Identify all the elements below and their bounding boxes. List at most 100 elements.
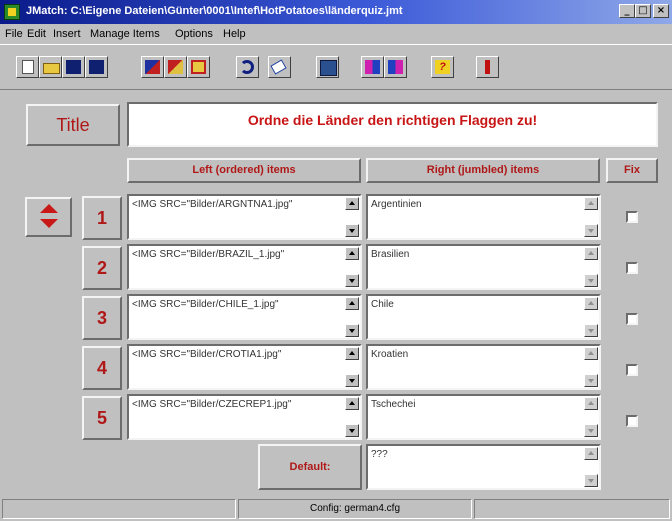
export-left-button[interactable]: [361, 56, 384, 78]
left-item-text: <IMG SRC="Bilder/CHILE_1.jpg": [132, 299, 279, 310]
right-item-input[interactable]: Tschechei: [366, 394, 601, 440]
scroll-down-button[interactable]: [345, 274, 359, 287]
scroll-down-button[interactable]: [345, 374, 359, 387]
menu-options[interactable]: Options: [175, 28, 213, 40]
right-item-text: Brasilien: [371, 249, 410, 260]
status-panel-left: [2, 499, 236, 519]
scroll-up-button[interactable]: [345, 397, 359, 410]
row-number: 1: [82, 196, 122, 240]
paste-button[interactable]: [187, 56, 210, 78]
right-item-input[interactable]: Argentinien: [366, 194, 601, 240]
scroll-down-button[interactable]: [345, 424, 359, 437]
left-item-input[interactable]: <IMG SRC="Bilder/CZECREP1.jpg": [127, 394, 362, 440]
scroll-up-button[interactable]: [584, 297, 598, 310]
eraser-button[interactable]: [268, 56, 291, 78]
scroll-up-button[interactable]: [345, 347, 359, 360]
right-item-input[interactable]: Chile: [366, 294, 601, 340]
save-as-button[interactable]: [85, 56, 108, 78]
status-panel-right: [474, 499, 670, 519]
cut-button[interactable]: [141, 56, 164, 78]
export-right-button[interactable]: [384, 56, 407, 78]
menu-help[interactable]: Help: [223, 28, 246, 40]
eraser-icon: [270, 59, 287, 75]
right-item-input[interactable]: Brasilien: [366, 244, 601, 290]
title-bar: JMatch: C:\Eigene Dateien\Günter\0001\In…: [0, 0, 672, 24]
save-icon: [66, 60, 81, 74]
scroll-up-button[interactable]: [345, 297, 359, 310]
exit-icon: [485, 60, 490, 74]
scroll-down-button[interactable]: [584, 324, 598, 337]
scroll-up-button[interactable]: [584, 347, 598, 360]
app-icon: [4, 4, 20, 20]
left-item-input[interactable]: <IMG SRC="Bilder/CHILE_1.jpg": [127, 294, 362, 340]
scroll-down-button[interactable]: [345, 224, 359, 237]
scroll-up-button[interactable]: [345, 197, 359, 210]
left-item-text: <IMG SRC="Bilder/BRAZIL_1.jpg": [132, 249, 285, 260]
fix-checkbox[interactable]: [626, 313, 638, 325]
web-page-button[interactable]: [316, 56, 339, 78]
default-input[interactable]: ???: [366, 444, 601, 490]
open-button[interactable]: [39, 56, 62, 78]
export-left-icon: [365, 60, 380, 74]
save-as-icon: [89, 60, 107, 74]
move-item-button[interactable]: [25, 197, 72, 237]
window-title: JMatch: C:\Eigene Dateien\Günter\0001\In…: [26, 5, 403, 17]
menu-edit[interactable]: Edit: [27, 28, 46, 40]
scroll-down-button[interactable]: [584, 474, 598, 487]
scroll-down-button[interactable]: [584, 274, 598, 287]
right-item-input[interactable]: Kroatien: [366, 344, 601, 390]
row-number: 4: [82, 346, 122, 390]
title-label: Title: [26, 104, 120, 146]
scroll-down-button[interactable]: [584, 424, 598, 437]
move-up-icon: [40, 204, 58, 213]
scroll-down-button[interactable]: [584, 374, 598, 387]
open-folder-icon: [43, 63, 60, 74]
left-item-text: <IMG SRC="Bilder/CROTIA1.jpg": [132, 349, 282, 360]
scroll-down-button[interactable]: [345, 324, 359, 337]
copy-button[interactable]: [164, 56, 187, 78]
undo-button[interactable]: [236, 56, 259, 78]
row-number: 2: [82, 246, 122, 290]
exit-button[interactable]: [476, 56, 499, 78]
fix-checkbox[interactable]: [626, 364, 638, 376]
minimize-button[interactable]: _: [619, 4, 635, 18]
right-item-text: Kroatien: [371, 349, 409, 360]
scroll-up-button[interactable]: [584, 247, 598, 260]
export-right-icon: [388, 60, 403, 74]
scroll-down-button[interactable]: [584, 224, 598, 237]
help-icon: ?: [435, 60, 450, 74]
right-items-header: Right (jumbled) items: [366, 158, 600, 183]
row-number: 5: [82, 396, 122, 440]
row-number: 3: [82, 296, 122, 340]
move-down-icon: [40, 219, 58, 228]
close-button[interactable]: ×: [653, 4, 669, 18]
title-input[interactable]: Ordne die Länder den richtigen Flaggen z…: [127, 102, 658, 147]
toolbar: ?: [0, 44, 672, 90]
left-item-input[interactable]: <IMG SRC="Bilder/BRAZIL_1.jpg": [127, 244, 362, 290]
fix-checkbox[interactable]: [626, 211, 638, 223]
menu-insert[interactable]: Insert: [53, 28, 81, 40]
scroll-up-button[interactable]: [584, 197, 598, 210]
fix-checkbox[interactable]: [626, 262, 638, 274]
right-item-text: Argentinien: [371, 199, 422, 210]
undo-icon: [240, 60, 254, 74]
left-item-input[interactable]: <IMG SRC="Bilder/ARGNTNA1.jpg": [127, 194, 362, 240]
paste-icon: [191, 60, 206, 74]
help-button[interactable]: ?: [431, 56, 454, 78]
scroll-up-button[interactable]: [584, 397, 598, 410]
new-file-button[interactable]: [16, 56, 39, 78]
menu-bar: File Edit Insert Manage Items Options He…: [0, 25, 672, 42]
scroll-up-button[interactable]: [345, 247, 359, 260]
fix-checkbox[interactable]: [626, 415, 638, 427]
save-button[interactable]: [62, 56, 85, 78]
menu-manage-items[interactable]: Manage Items: [90, 28, 160, 40]
left-item-input[interactable]: <IMG SRC="Bilder/CROTIA1.jpg": [127, 344, 362, 390]
right-item-text: Tschechei: [371, 399, 416, 410]
scroll-up-button[interactable]: [584, 447, 598, 460]
right-item-text: Chile: [371, 299, 394, 310]
menu-file[interactable]: File: [5, 28, 23, 40]
cut-icon: [145, 60, 160, 74]
new-file-icon: [22, 60, 34, 74]
maximize-button[interactable]: □: [635, 4, 651, 18]
copy-icon: [168, 60, 183, 74]
